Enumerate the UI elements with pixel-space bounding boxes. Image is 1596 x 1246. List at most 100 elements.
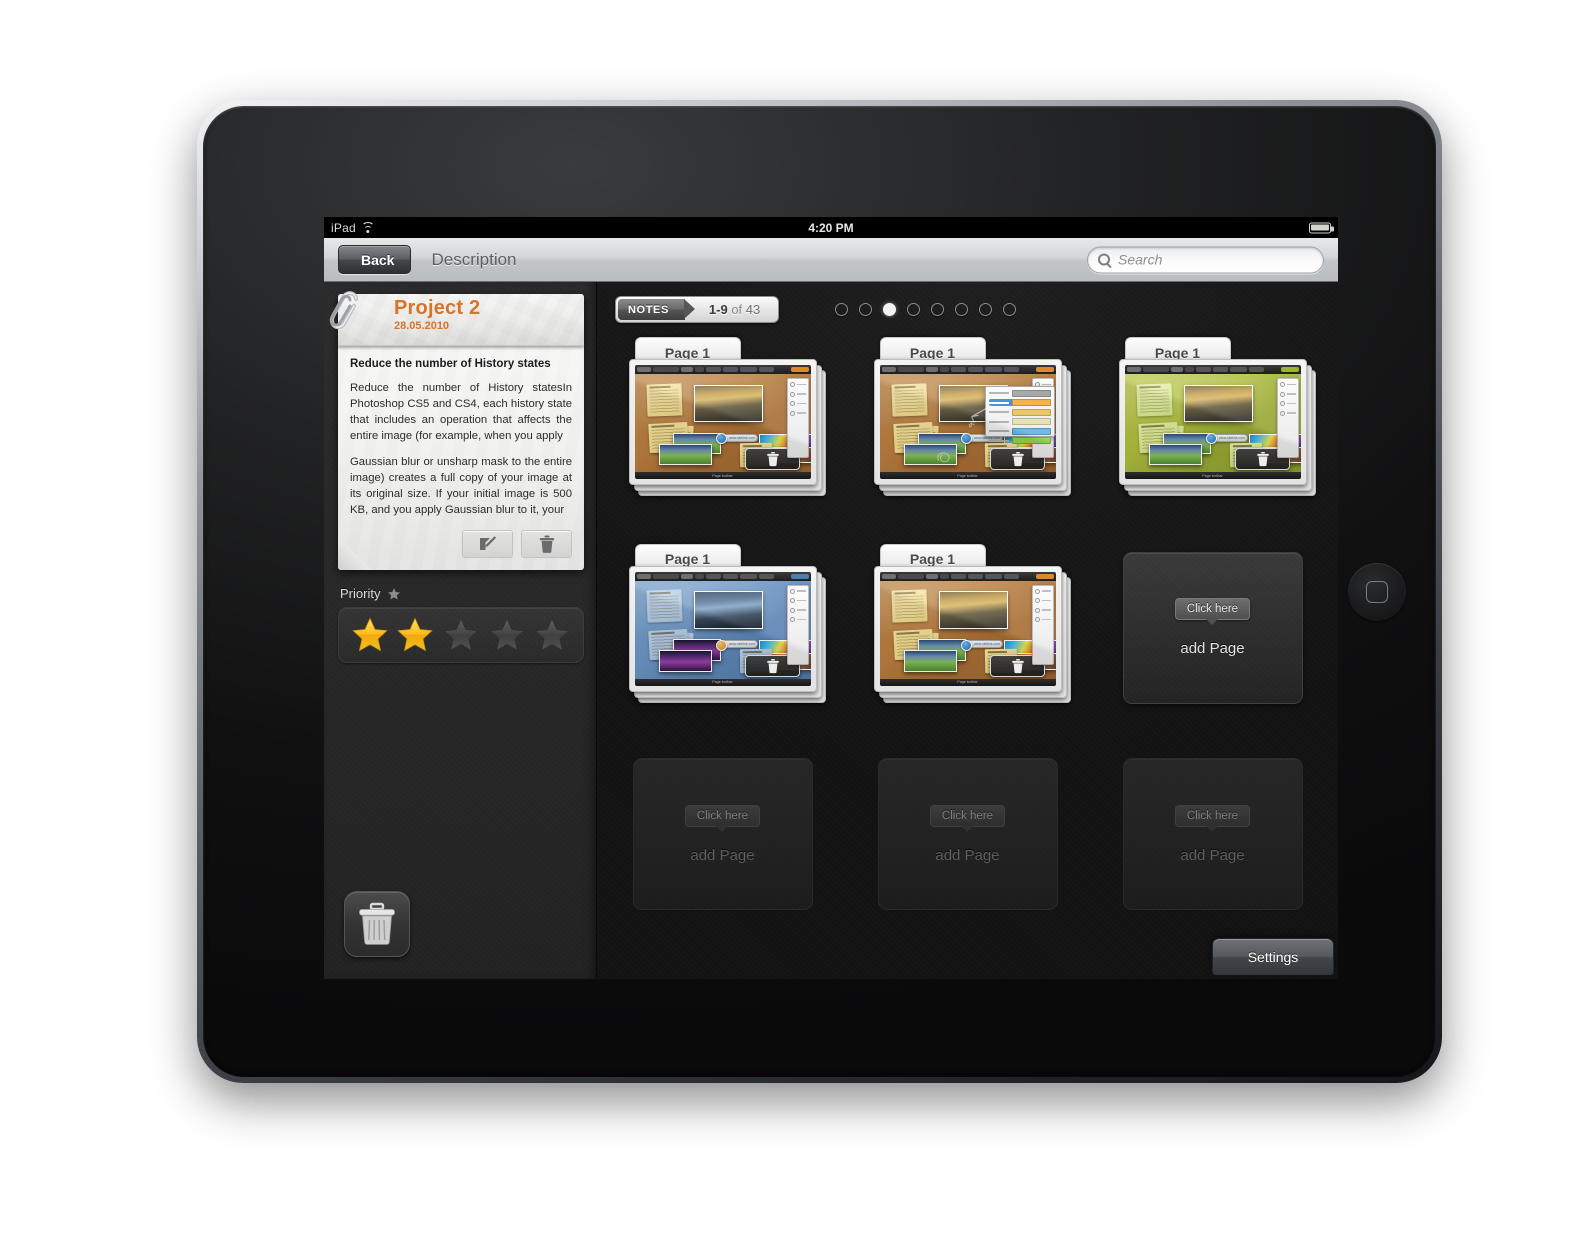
search-input[interactable] xyxy=(1118,251,1313,268)
page-thumbnail-stack: www.sitelink.com Page toolbar xyxy=(1118,359,1316,496)
mini-web-link: www.sitelink.com xyxy=(715,433,758,445)
page-preview: www.sitelink.com Page toolbar xyxy=(1124,365,1301,479)
mini-trash-overlay[interactable] xyxy=(990,448,1045,471)
mini-trash-overlay[interactable] xyxy=(745,448,800,471)
click-here-tooltip: Click here xyxy=(684,804,761,827)
priority-label: Priority xyxy=(340,586,381,602)
sidebar-trash-button[interactable] xyxy=(344,891,410,957)
mini-photo xyxy=(759,433,811,451)
mini-photo xyxy=(762,446,811,464)
mini-sticky-note xyxy=(898,630,939,662)
note-card[interactable]: Project 2 28.05.2010 Reduce the number o… xyxy=(329,291,584,571)
add-page-label: add Page xyxy=(1180,846,1245,864)
note-edit-button[interactable] xyxy=(462,530,513,559)
add-page-placeholder[interactable]: Click here add Page xyxy=(877,758,1058,911)
trash-icon xyxy=(766,452,779,467)
grid-cell: Page 1 www.sitelink.com Page toolbar xyxy=(615,337,830,534)
mini-toolbar xyxy=(634,365,811,374)
mini-toolbar xyxy=(1124,365,1301,374)
page-title: Description xyxy=(431,249,517,269)
mini-photo xyxy=(1249,433,1301,451)
page-thumbnail-stack: www.sitelink.com Page toolbar xyxy=(628,565,826,703)
page-dot[interactable] xyxy=(883,303,897,316)
grid-cell: Click here add Page xyxy=(1105,750,1320,947)
battery-icon xyxy=(1309,222,1334,233)
page-dot[interactable] xyxy=(907,303,921,316)
mini-photo xyxy=(694,591,763,629)
mini-photo xyxy=(1007,446,1056,464)
mini-trash-overlay[interactable] xyxy=(745,655,800,677)
page-thumbnail[interactable]: Page 1 www.sitelink.com Page toolbar xyxy=(873,543,1071,703)
page-dot[interactable] xyxy=(931,303,945,316)
mini-photo xyxy=(939,591,1008,629)
pager-of-word: of xyxy=(731,302,743,317)
priority-rating[interactable] xyxy=(338,607,584,664)
mini-sticky-note xyxy=(891,589,928,624)
page-sheet-front: www.sitelink.com Page toolbar xyxy=(873,359,1062,485)
mini-sticky-note xyxy=(647,422,689,454)
mini-sticky-note xyxy=(1229,442,1262,467)
mini-board: www.sitelink.com xyxy=(634,580,811,679)
star-empty-icon[interactable] xyxy=(488,616,526,654)
mini-web-link: www.sitelink.com xyxy=(715,639,758,651)
page-preview: www.sitelink.com Page toolbar xyxy=(634,365,811,479)
mini-sticky-note xyxy=(892,422,934,454)
note-body: Reduce the number of History states Redu… xyxy=(338,346,584,571)
note-paragraph: Gaussian blur or unsharp mask to the ent… xyxy=(350,456,572,517)
mini-sticky-note xyxy=(892,628,934,661)
content-area: Project 2 28.05.2010 Reduce the number o… xyxy=(324,282,1338,979)
notes-pager[interactable]: NOTES 1-9 of 43 xyxy=(615,296,780,323)
page-thumbnail[interactable]: Page 1 www.sitelink.com Page toolbar xyxy=(873,337,1071,496)
page-dot[interactable] xyxy=(835,303,849,316)
mini-toolbar xyxy=(879,365,1056,374)
star-filled-icon[interactable] xyxy=(396,616,434,654)
wifi-icon xyxy=(361,222,375,233)
home-button[interactable] xyxy=(1348,562,1406,621)
note-delete-button[interactable] xyxy=(521,530,572,559)
pages-pane: NOTES 1-9 of 43 Page 1 www.sitelink.com … xyxy=(597,282,1338,979)
page-dot[interactable] xyxy=(859,303,873,316)
mini-sticky-note xyxy=(739,442,772,467)
mini-photo xyxy=(1184,384,1253,422)
page-dot[interactable] xyxy=(979,303,993,316)
back-button-label: Back xyxy=(361,251,395,268)
mini-sticky-note xyxy=(898,423,939,456)
add-page-placeholder[interactable]: Click here add Page xyxy=(1122,758,1303,911)
note-title: Project 2 xyxy=(394,297,481,319)
add-page-placeholder[interactable]: Click here add Page xyxy=(632,758,813,911)
settings-button[interactable]: Settings xyxy=(1212,938,1334,975)
grid-cell: Page 1 www.sitelink.com Page toolbar xyxy=(860,337,1075,534)
page-sheet-front: www.sitelink.com Page toolbar xyxy=(873,565,1062,692)
star-empty-icon[interactable] xyxy=(533,616,571,654)
mini-toolbar xyxy=(634,571,811,581)
page-thumbnail-stack: www.sitelink.com Page toolbar xyxy=(873,565,1071,703)
page-sheet-front: www.sitelink.com Page toolbar xyxy=(628,359,817,485)
mini-trash-overlay[interactable] xyxy=(1235,448,1290,471)
click-here-tooltip: Click here xyxy=(1174,804,1251,827)
page-dot[interactable] xyxy=(955,303,969,316)
star-filled-icon[interactable] xyxy=(351,616,389,654)
page-sheet-front: www.sitelink.com Page toolbar xyxy=(628,565,817,692)
star-empty-icon[interactable] xyxy=(442,616,480,654)
page-dots[interactable] xyxy=(835,303,1017,316)
page-thumbnail[interactable]: Page 1 www.sitelink.com Page toolbar xyxy=(628,337,826,496)
page-thumbnail[interactable]: Page 1 www.sitelink.com Page toolbar xyxy=(628,543,826,703)
pager-text: 1-9 of 43 xyxy=(685,302,776,317)
page-dot[interactable] xyxy=(1003,303,1017,316)
trash-can-icon xyxy=(359,902,395,945)
paperclip-icon xyxy=(329,291,358,330)
pages-grid: Page 1 www.sitelink.com Page toolbar Pag… xyxy=(615,337,1320,947)
mini-trash-overlay[interactable] xyxy=(990,655,1045,677)
trash-icon xyxy=(1011,658,1024,673)
trash-icon xyxy=(766,658,779,673)
page-thumbnail-stack: www.sitelink.com Page toolbar xyxy=(628,359,826,496)
add-page-placeholder[interactable]: Click here add Page xyxy=(1122,551,1303,704)
mini-sticky-note xyxy=(653,630,694,662)
grid-cell: Page 1 www.sitelink.com Page toolbar xyxy=(615,543,830,741)
page-thumbnail[interactable]: Page 1 www.sitelink.com Page toolbar xyxy=(1118,337,1316,496)
back-button[interactable]: Back xyxy=(338,245,412,274)
mini-footer: Page toolbar xyxy=(1124,472,1301,479)
search-field[interactable] xyxy=(1087,246,1324,273)
note-actions xyxy=(350,528,572,564)
priority-row: Priority xyxy=(340,586,582,601)
